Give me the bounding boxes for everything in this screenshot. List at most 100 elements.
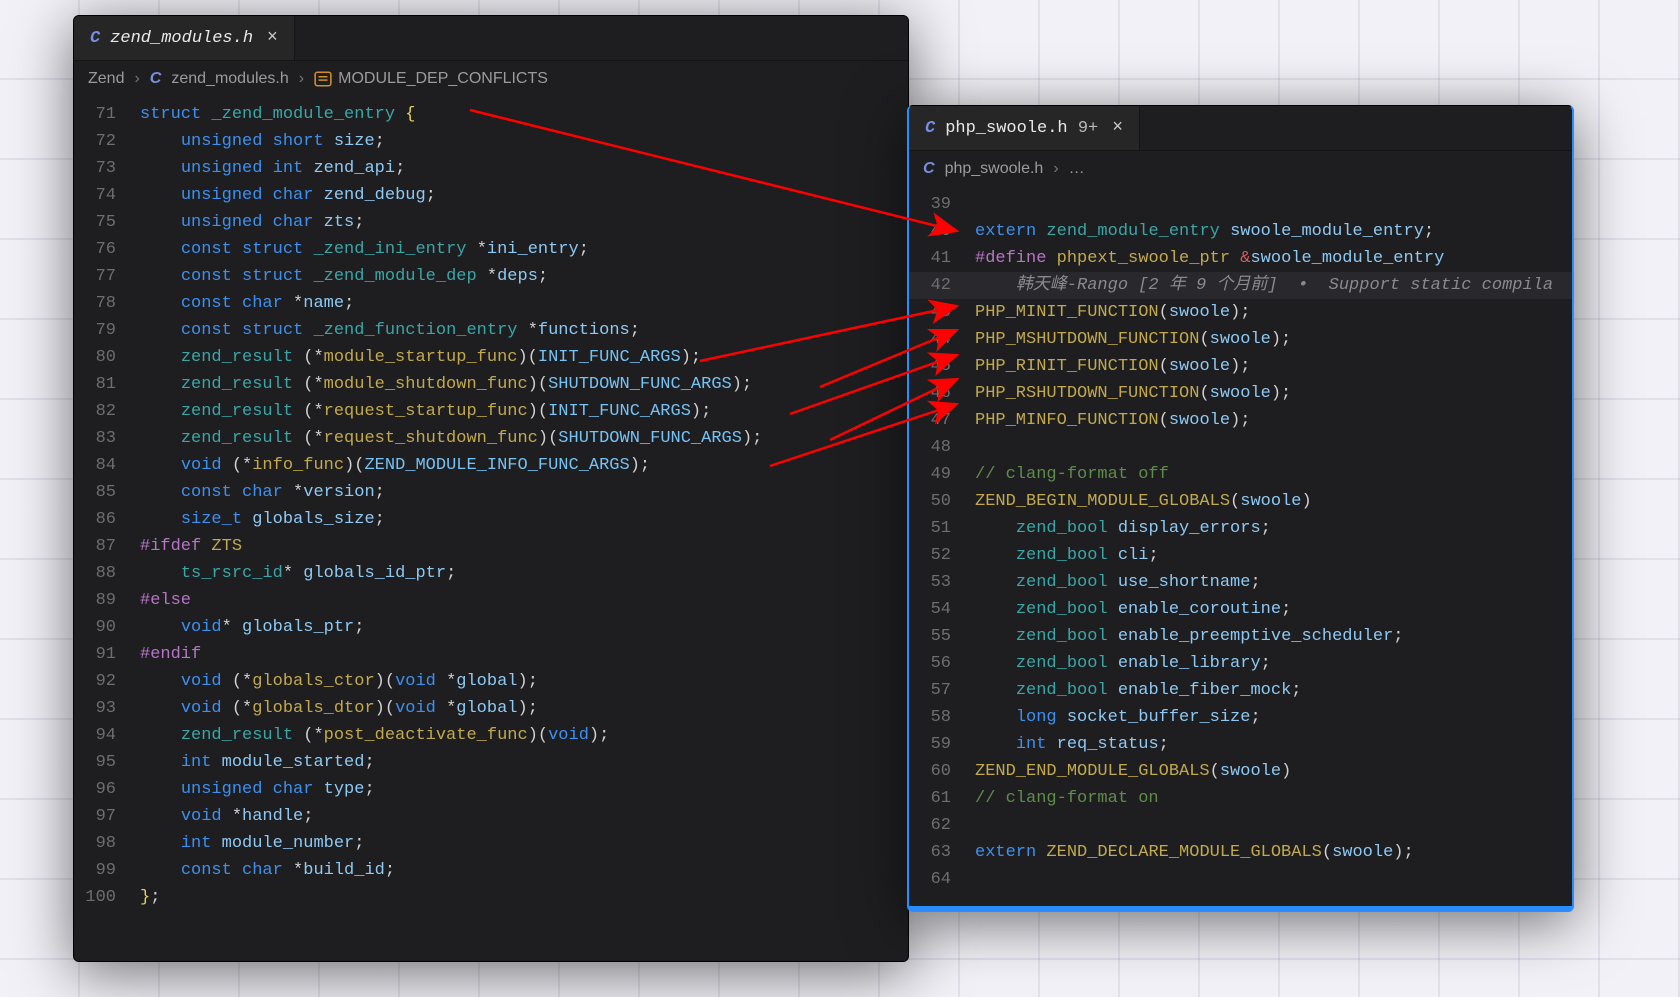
line-number: 58 [909,704,975,731]
language-badge: C [150,70,162,88]
code-content: extern zend_module_entry swoole_module_e… [975,222,1434,241]
code-content: ZEND_BEGIN_MODULE_GLOBALS(swoole) [975,492,1312,511]
code-line[interactable]: 64 [909,866,1572,893]
code-line[interactable]: 81 zend_result (*module_shutdown_func)(S… [74,371,908,398]
code-line[interactable]: 43PHP_MINIT_FUNCTION(swoole); [909,299,1572,326]
code-line[interactable]: 82 zend_result (*request_startup_func)(I… [74,398,908,425]
code-line[interactable]: 90 void* globals_ptr; [74,614,908,641]
code-area[interactable]: 3940extern zend_module_entry swoole_modu… [909,187,1572,912]
breadcrumb-symbol[interactable]: … [1069,160,1085,178]
code-line[interactable]: 84 void (*info_func)(ZEND_MODULE_INFO_FU… [74,452,908,479]
code-content: void *handle; [140,807,313,826]
code-line[interactable]: 63extern ZEND_DECLARE_MODULE_GLOBALS(swo… [909,839,1572,866]
line-number: 98 [74,830,140,857]
code-line[interactable]: 54 zend_bool enable_coroutine; [909,596,1572,623]
line-number: 39 [909,191,975,218]
tab-bar: C zend_modules.h × [74,16,908,60]
tab-close-icon[interactable]: × [267,29,278,47]
code-line[interactable]: 48 [909,434,1572,461]
code-content: #else [140,591,191,610]
code-line[interactable]: 73 unsigned int zend_api; [74,155,908,182]
code-line[interactable]: 45PHP_RINIT_FUNCTION(swoole); [909,353,1572,380]
code-line[interactable]: 61// clang-format on [909,785,1572,812]
code-line[interactable]: 92 void (*globals_ctor)(void *global); [74,668,908,695]
code-line[interactable]: 59 int req_status; [909,731,1572,758]
code-line[interactable]: 56 zend_bool enable_library; [909,650,1572,677]
line-number: 55 [909,623,975,650]
code-line[interactable]: 83 zend_result (*request_shutdown_func)(… [74,425,908,452]
code-line[interactable]: 97 void *handle; [74,803,908,830]
code-line[interactable]: 98 int module_number; [74,830,908,857]
code-content: const struct _zend_function_entry *funct… [140,321,640,340]
code-line[interactable]: 99 const char *build_id; [74,857,908,884]
breadcrumb-symbol[interactable]: MODULE_DEP_CONFLICTS [314,70,548,88]
breadcrumb[interactable]: C php_swoole.h › … [909,150,1572,187]
code-line[interactable]: 40extern zend_module_entry swoole_module… [909,218,1572,245]
code-content: zend_result (*request_shutdown_func)(SHU… [140,429,762,448]
tab-active[interactable]: C zend_modules.h × [74,16,295,60]
code-line[interactable]: 93 void (*globals_dtor)(void *global); [74,695,908,722]
code-line[interactable]: 71struct _zend_module_entry { [74,101,908,128]
line-number: 56 [909,650,975,677]
code-line[interactable]: 96 unsigned char type; [74,776,908,803]
line-number: 83 [74,425,140,452]
code-line[interactable]: 52 zend_bool cli; [909,542,1572,569]
code-line[interactable]: 51 zend_bool display_errors; [909,515,1572,542]
code-line[interactable]: 88 ts_rsrc_id* globals_id_ptr; [74,560,908,587]
tab-close-icon[interactable]: × [1112,119,1123,137]
breadcrumb-seg[interactable]: php_swoole.h [945,160,1044,178]
code-line[interactable]: 87#ifdef ZTS [74,533,908,560]
code-line[interactable]: 77 const struct _zend_module_dep *deps; [74,263,908,290]
code-line[interactable]: 79 const struct _zend_function_entry *fu… [74,317,908,344]
line-number: 54 [909,596,975,623]
code-line[interactable]: 76 const struct _zend_ini_entry *ini_ent… [74,236,908,263]
code-line[interactable]: 39 [909,191,1572,218]
code-line[interactable]: 58 long socket_buffer_size; [909,704,1572,731]
code-line[interactable]: 95 int module_started; [74,749,908,776]
code-line[interactable]: 72 unsigned short size; [74,128,908,155]
code-line[interactable]: 80 zend_result (*module_startup_func)(IN… [74,344,908,371]
code-content: zend_result (*module_shutdown_func)(SHUT… [140,375,752,394]
code-line[interactable]: 78 const char *name; [74,290,908,317]
code-line[interactable]: 100}; [74,884,908,911]
code-content: PHP_MINFO_FUNCTION(swoole); [975,411,1250,430]
code-line[interactable]: 57 zend_bool enable_fiber_mock; [909,677,1572,704]
code-line[interactable]: 74 unsigned char zend_debug; [74,182,908,209]
code-line[interactable]: 60ZEND_END_MODULE_GLOBALS(swoole) [909,758,1572,785]
breadcrumb[interactable]: Zend › C zend_modules.h › MODULE_DEP_CON… [74,60,908,97]
breadcrumb-seg[interactable]: Zend [88,70,124,88]
code-line[interactable]: 41#define phpext_swoole_ptr &swoole_modu… [909,245,1572,272]
tab-active[interactable]: C php_swoole.h 9+ × [909,106,1140,150]
line-number: 80 [74,344,140,371]
line-number: 43 [909,299,975,326]
code-content: ZEND_END_MODULE_GLOBALS(swoole) [975,762,1291,781]
code-area[interactable]: 71struct _zend_module_entry {72 unsigned… [74,97,908,931]
line-number: 84 [74,452,140,479]
code-line[interactable]: 46PHP_RSHUTDOWN_FUNCTION(swoole); [909,380,1572,407]
code-line[interactable]: 44PHP_MSHUTDOWN_FUNCTION(swoole); [909,326,1572,353]
code-content: ts_rsrc_id* globals_id_ptr; [140,564,456,583]
line-number: 90 [74,614,140,641]
code-line[interactable]: 50ZEND_BEGIN_MODULE_GLOBALS(swoole) [909,488,1572,515]
code-line[interactable]: 75 unsigned char zts; [74,209,908,236]
code-line[interactable]: 53 zend_bool use_shortname; [909,569,1572,596]
code-line[interactable]: 49// clang-format off [909,461,1572,488]
code-line[interactable]: 62 [909,812,1572,839]
code-line[interactable]: 91#endif [74,641,908,668]
line-number: 49 [909,461,975,488]
code-line[interactable]: 86 size_t globals_size; [74,506,908,533]
code-line[interactable]: 85 const char *version; [74,479,908,506]
code-content: // clang-format off [975,465,1169,484]
code-content: unsigned short size; [140,132,385,151]
line-number: 62 [909,812,975,839]
code-content: int module_number; [140,834,364,853]
line-number: 88 [74,560,140,587]
code-line[interactable]: 47PHP_MINFO_FUNCTION(swoole); [909,407,1572,434]
code-line[interactable]: 42 韩天峰-Rango [2 年 9 个月前] • Support stati… [909,272,1572,299]
code-line[interactable]: 89#else [74,587,908,614]
code-line[interactable]: 94 zend_result (*post_deactivate_func)(v… [74,722,908,749]
code-content: void (*globals_ctor)(void *global); [140,672,538,691]
code-line[interactable]: 55 zend_bool enable_preemptive_scheduler… [909,623,1572,650]
line-number: 91 [74,641,140,668]
breadcrumb-seg[interactable]: zend_modules.h [171,70,288,88]
